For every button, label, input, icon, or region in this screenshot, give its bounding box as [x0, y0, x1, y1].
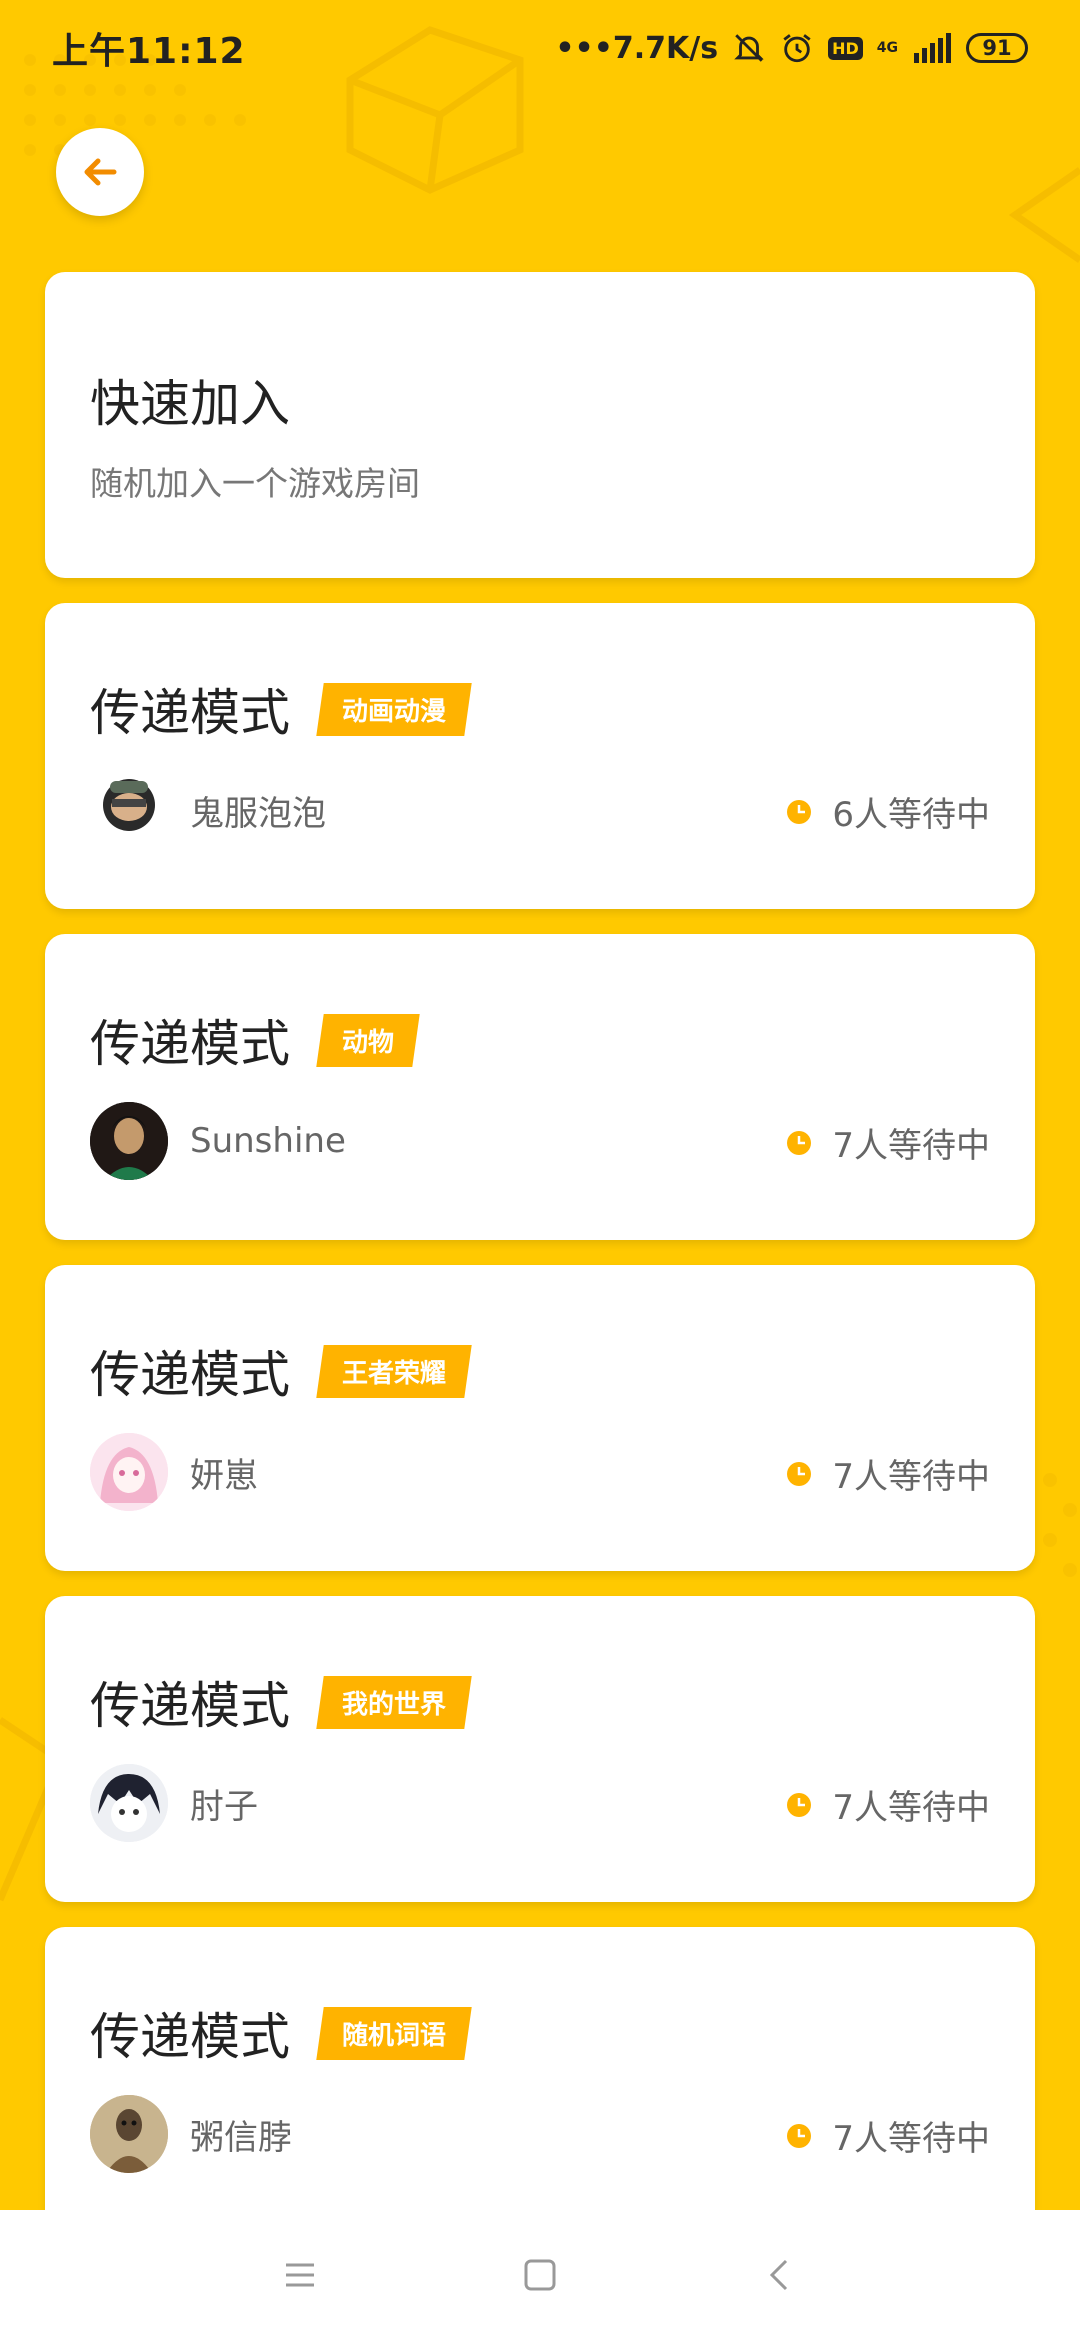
room-tag-label: 我的世界	[342, 1689, 447, 1720]
quick-join-title: 快速加入	[90, 375, 290, 433]
room-mode: 传递模式	[90, 1015, 290, 1073]
hd-badge: HD	[828, 36, 863, 60]
room-tag-label: 动画动漫	[342, 696, 447, 727]
clock-icon	[787, 2123, 812, 2148]
room-host-name: 妍崽	[190, 1455, 258, 1496]
avatar	[90, 1764, 168, 1842]
avatar	[90, 2095, 168, 2173]
avatar	[90, 771, 168, 849]
room-waiting: 7人等待中	[786, 2111, 990, 2160]
clock-icon	[787, 1461, 812, 1486]
room-waiting: 7人等待中	[786, 1780, 990, 1829]
room-host-name: 肘子	[190, 1786, 258, 1827]
room-host-name: 鬼服泡泡	[190, 793, 326, 834]
room-host: Sunshine	[90, 1102, 346, 1180]
alarm-clock-icon	[783, 34, 811, 63]
room-title-row: 传递模式 王者荣耀	[90, 1335, 472, 1407]
room-waiting-text: 7人等待中	[832, 1126, 990, 1166]
status-time: 上午11:12	[52, 31, 246, 72]
room-tag: 随机词语	[316, 2006, 472, 2060]
network-type-label: 4G	[876, 40, 898, 56]
room-mode: 传递模式	[90, 2008, 290, 2066]
room-waiting-text: 7人等待中	[832, 1788, 990, 1828]
room-card[interactable]: 传递模式 动物 Sunshine 7人等待中	[45, 934, 1035, 1240]
room-waiting-text: 7人等待中	[832, 2119, 990, 2159]
avatar	[90, 1102, 168, 1180]
room-waiting: 7人等待中	[786, 1449, 990, 1498]
room-tag-label: 动物	[342, 1027, 395, 1058]
bell-muted-icon	[734, 34, 764, 62]
arrow-left-icon	[84, 158, 117, 186]
back-button[interactable]	[56, 128, 144, 216]
room-tag: 王者荣耀	[316, 1344, 472, 1398]
room-card[interactable]: 传递模式 随机词语 粥信脖 7人等待中	[45, 1927, 1035, 2233]
room-tag-label: 随机词语	[342, 2020, 447, 2051]
room-card[interactable]: 传递模式 动画动漫 鬼服泡泡 6人等待中	[45, 603, 1035, 909]
room-host: 鬼服泡泡	[90, 771, 326, 849]
room-card[interactable]: 传递模式 我的世界 肘子 7人等待中	[45, 1596, 1035, 1902]
system-nav-bar	[0, 2210, 1080, 2340]
room-mode: 传递模式	[90, 1677, 290, 1735]
status-bar: 上午11:12 •••7.7K/s HD 4G 91	[0, 0, 1080, 96]
room-host-name: 粥信脖	[190, 2117, 292, 2158]
room-host: 粥信脖	[90, 2095, 292, 2173]
room-host-name: Sunshine	[190, 1121, 346, 1161]
room-tag-label: 王者荣耀	[342, 1358, 447, 1389]
clock-icon	[787, 1130, 812, 1155]
room-title-row: 传递模式 动物	[90, 1004, 420, 1076]
room-host: 妍崽	[90, 1433, 258, 1511]
quick-join-card[interactable]: 快速加入 随机加入一个游戏房间	[45, 272, 1035, 578]
battery-indicator: 91	[966, 33, 1028, 63]
network-type: 4G	[877, 41, 898, 55]
room-host: 肘子	[90, 1764, 258, 1842]
room-title-row: 传递模式 动画动漫	[90, 673, 472, 745]
clock-icon	[787, 799, 812, 824]
status-icons: •••7.7K/s HD 4G 91	[555, 31, 1028, 66]
home-square-icon[interactable]	[520, 2255, 560, 2295]
room-tag: 动物	[316, 1013, 420, 1067]
network-speed: •••7.7K/s	[555, 30, 719, 66]
room-mode: 传递模式	[90, 1346, 290, 1404]
room-waiting-text: 6人等待中	[832, 795, 990, 835]
avatar	[90, 1433, 168, 1511]
room-title-row: 传递模式 我的世界	[90, 1666, 472, 1738]
room-waiting: 7人等待中	[786, 1118, 990, 1167]
room-card[interactable]: 传递模式 王者荣耀 妍崽 7人等待中	[45, 1265, 1035, 1571]
room-tag: 我的世界	[316, 1675, 472, 1729]
clock-icon	[787, 1792, 812, 1817]
room-waiting: 6人等待中	[786, 787, 990, 836]
room-waiting-text: 7人等待中	[832, 1457, 990, 1497]
menu-icon[interactable]	[280, 2255, 320, 2295]
chevron-left-icon[interactable]	[760, 2255, 800, 2295]
room-mode: 传递模式	[90, 684, 290, 742]
room-tag: 动画动漫	[316, 682, 472, 736]
signal-icon	[914, 33, 951, 63]
quick-join-subtitle: 随机加入一个游戏房间	[90, 464, 420, 503]
room-title-row: 传递模式 随机词语	[90, 1997, 472, 2069]
